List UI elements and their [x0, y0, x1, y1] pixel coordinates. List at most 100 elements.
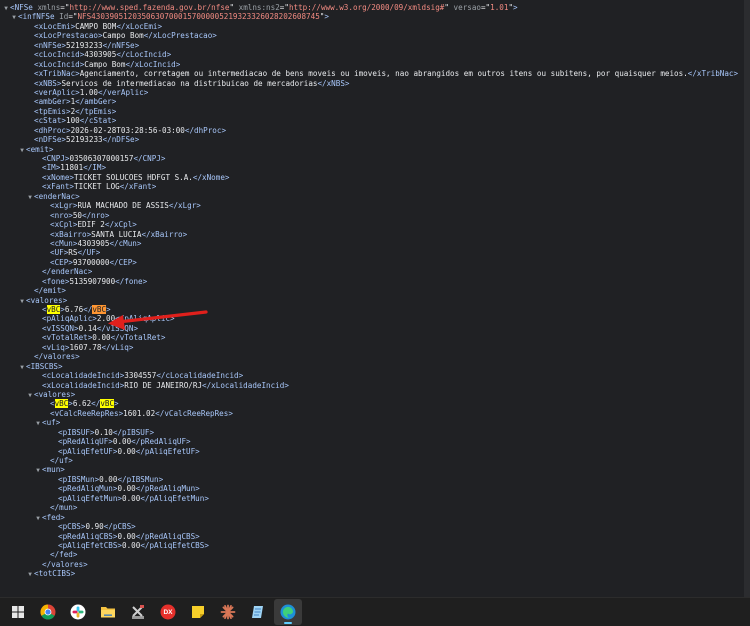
xml-token: </valores>	[34, 352, 80, 362]
xml-token: </uf>	[50, 456, 73, 465]
xml-line[interactable]: ▼ <fed>	[0, 513, 750, 522]
xml-line: </uf>	[0, 456, 750, 465]
xml-line[interactable]: ▼ <valores>	[0, 296, 750, 305]
xml-token: 50	[72, 210, 83, 220]
xml-line-vbc-annotated: <vBC>6.76</vBC>	[0, 305, 750, 314]
xml-line: <pCBS>0.90</pCBS>	[0, 522, 750, 531]
xml-line: <vLiq>1607.78</vLiq>	[0, 343, 750, 352]
xml-token: <xLgr>	[50, 201, 78, 211]
xml-line: <pRedAliqCBS>0.00</pRedAliqCBS>	[0, 532, 750, 541]
xml-line: <pAliqEfetUF>0.00</pAliqEfetUF>	[0, 447, 750, 456]
start-button[interactable]	[4, 599, 32, 625]
xml-line: </valores>	[0, 560, 750, 569]
file-explorer-taskbar-button[interactable]	[94, 599, 122, 625]
notepad-taskbar-button[interactable]	[244, 599, 272, 625]
xml-token: </vTotalRet>	[110, 333, 166, 343]
xml-token: </CNPJ>	[133, 154, 166, 163]
xml-tree: ▼ <NFSe xmlns =" http://www.sped.fazenda.go…	[0, 0, 750, 579]
xml-line: </enderNac>	[0, 267, 750, 276]
xml-line[interactable]: ▼ <mun>	[0, 465, 750, 474]
claude-taskbar-button[interactable]	[214, 599, 242, 625]
claude-icon	[220, 604, 236, 620]
tools-taskbar-button[interactable]	[124, 599, 152, 625]
dx-app-taskbar-button[interactable]: DX	[154, 599, 182, 625]
xml-token: Campo Bom	[102, 31, 144, 41]
xml-token: </pAliqEfetCBS>	[140, 540, 209, 550]
xml-token: 52193233	[66, 40, 103, 50]
slack-icon	[70, 604, 86, 620]
xml-token: 3304557	[124, 371, 157, 381]
xml-line[interactable]: ▼ <uf>	[0, 418, 750, 427]
xml-line[interactable]: ▼ <IBSCBS>	[0, 362, 750, 371]
xml-line[interactable]: ▼ <NFSe xmlns="http://www.sped.fazenda.go…	[0, 3, 750, 12]
xml-line: <xTribNac>Agenciamento, corretagem ou in…	[0, 69, 750, 78]
collapse-toggle-icon[interactable]: ▼	[26, 570, 34, 579]
xml-token: 0.90	[85, 522, 104, 532]
xml-line: <xLgr>RUA MACHADO DE ASSIS</xLgr>	[0, 201, 750, 210]
xml-token: 03506307000157	[69, 154, 134, 163]
xml-token: </cStat>	[79, 116, 117, 126]
xml-token: 6.76	[64, 305, 84, 314]
xml-token: >	[106, 305, 111, 314]
xml-line[interactable]: ▼ <emit>	[0, 145, 750, 154]
xml-token: <valores>	[34, 389, 76, 399]
xml-token: </xFant>	[119, 182, 157, 192]
xml-token: </vISSQN>	[96, 323, 139, 333]
xml-token: <IM>	[42, 163, 61, 173]
xml-token: 93700000	[72, 257, 110, 267]
xml-line: <vTotalRet>0.00</vTotalRet>	[0, 333, 750, 342]
xml-token: <IBSCBS>	[26, 361, 63, 371]
xml-token: <pAliqEfetUF>	[58, 446, 118, 456]
xml-token: <tpEmis>	[34, 106, 71, 116]
xml-token: <pIBSUF>	[58, 427, 95, 437]
xml-token: <nNFSe>	[34, 40, 67, 50]
xml-token: <CEP>	[50, 257, 73, 267]
sticky-notes-taskbar-button[interactable]	[184, 599, 212, 625]
xml-line[interactable]: ▼ <enderNac>	[0, 192, 750, 201]
xml-token: <pRedAliqCBS>	[58, 531, 118, 541]
xml-line[interactable]: ▼ <totCIBS>	[0, 569, 750, 578]
xml-token: TICKET SOLUCOES HDFGT S.A.	[74, 172, 193, 182]
xml-line[interactable]: ▼ <infNFSe Id="NFS43039051203506307000157…	[0, 12, 750, 21]
vertical-scrollbar[interactable]	[744, 0, 750, 597]
xml-token: </cLocalidadeIncid>	[156, 371, 244, 381]
xml-line: <xLocIncid>Campo Bom</xLocIncid>	[0, 60, 750, 69]
xml-token: "	[229, 3, 239, 12]
xml-token: 0.00	[92, 333, 111, 343]
xml-token: </tpEmis>	[75, 106, 117, 116]
xml-token: </pAliqAplic>	[115, 314, 175, 324]
xml-token: </UF>	[77, 248, 101, 258]
xml-token: </xLocEmi>	[116, 21, 163, 31]
xml-token: versao	[453, 3, 481, 12]
xml-line: <dhProc>2026-02-28T03:28:56-03:00</dhPro…	[0, 126, 750, 135]
xml-token: xmlns	[37, 3, 61, 12]
xml-token: >	[513, 3, 518, 12]
xml-line: <xFant>TICKET LOG</xFant>	[0, 182, 750, 191]
xml-token: <verAplic>	[34, 87, 80, 97]
xml-token: SANTA LUCIA	[91, 229, 142, 239]
xml-token: <uf>	[42, 418, 61, 428]
xml-token: 4303905	[77, 238, 110, 248]
xml-token: RIO DE JANEIRO/RJ	[124, 380, 203, 390]
xml-token: </pAliqEfetMun>	[140, 493, 209, 503]
folder-icon	[101, 607, 115, 618]
xml-token: </nNFSe>	[102, 40, 140, 50]
xml-line[interactable]: ▼ <valores>	[0, 390, 750, 399]
xml-token: </cMun>	[109, 238, 142, 248]
xml-line: <nNFSe>52193233</nNFSe>	[0, 41, 750, 50]
xml-line: <nDFSe>52193233</nDFSe>	[0, 135, 750, 144]
edge-taskbar-button[interactable]	[274, 599, 302, 625]
search-match-highlight: vBC	[46, 305, 61, 314]
xml-line: <CEP>93700000</CEP>	[0, 258, 750, 267]
xml-token: </mun>	[50, 503, 78, 513]
xml-token: "	[444, 3, 454, 12]
xml-token: <xLocEmi>	[34, 21, 76, 31]
xml-line: </fed>	[0, 550, 750, 559]
xml-token: 0.00	[99, 474, 118, 484]
xml-token: </xLgr>	[168, 201, 201, 211]
xml-token: <CNPJ>	[42, 154, 70, 163]
xml-token: </nro>	[82, 210, 110, 220]
slack-taskbar-button[interactable]	[64, 599, 92, 625]
chrome-taskbar-button[interactable]	[34, 599, 62, 625]
xml-token: </xLocPrestacao>	[143, 31, 217, 41]
